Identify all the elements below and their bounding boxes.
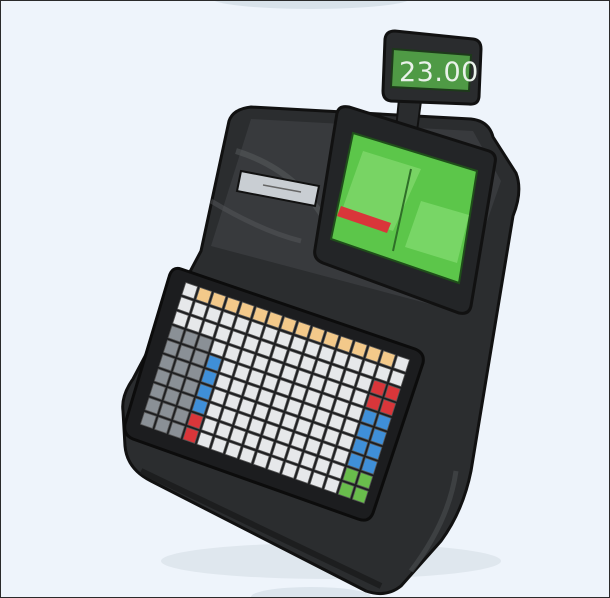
- illustration-frame: 23.00: [0, 0, 610, 598]
- cash-register-illustration: 23.00: [121, 29, 521, 596]
- display-amount: 23.00: [399, 57, 479, 88]
